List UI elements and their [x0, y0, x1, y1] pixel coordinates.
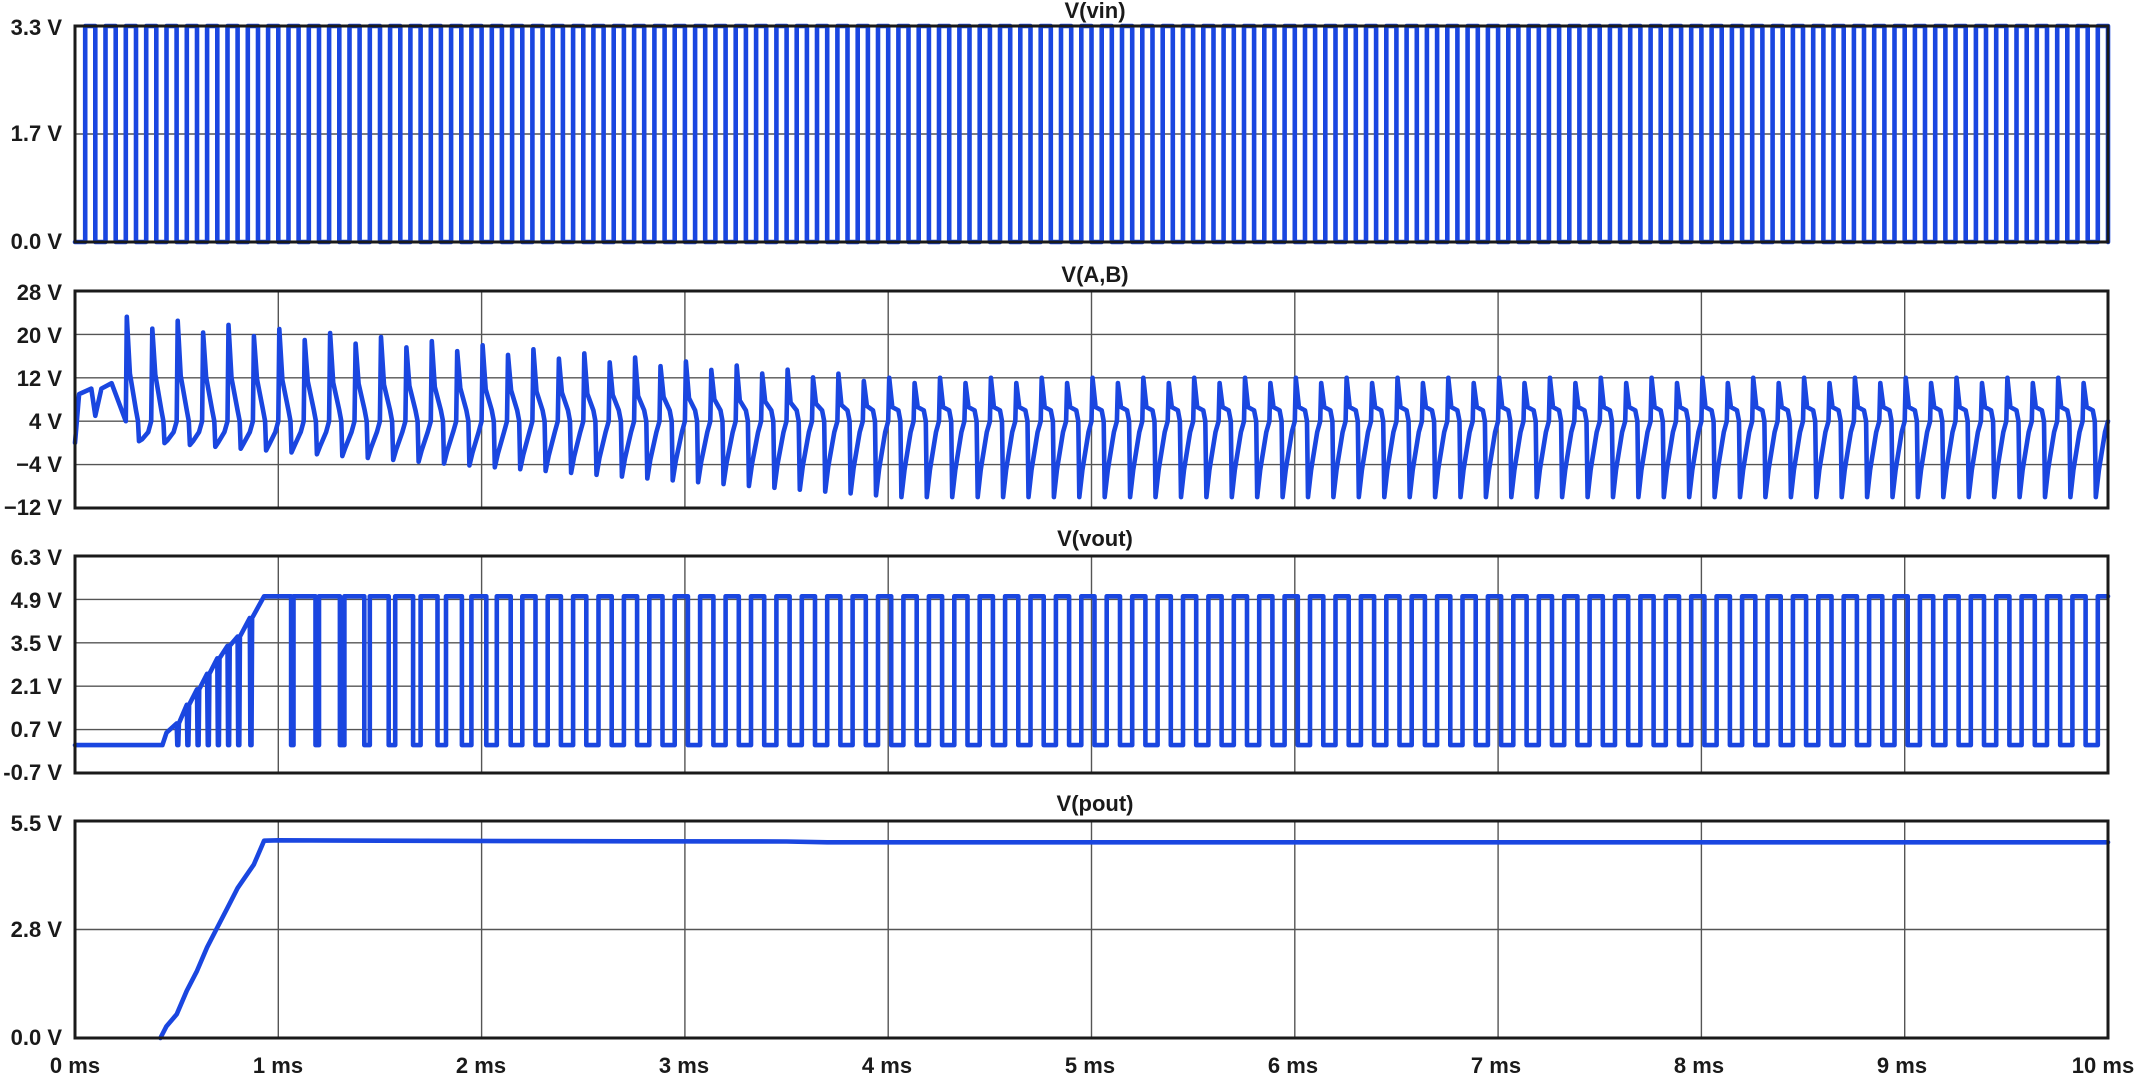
y-tick-vout-3: 2.1 V — [11, 674, 63, 699]
y-tick-ab-0: 28 V — [17, 280, 63, 305]
y-tick-vout-4: 0.7 V — [11, 717, 63, 742]
y-tick-ab-5: −12 V — [4, 495, 62, 520]
x-tick-3: 3 ms — [659, 1053, 709, 1075]
trace-p3 — [158, 838, 2111, 1041]
x-tick-7: 7 ms — [1471, 1053, 1521, 1075]
x-tick-2: 2 ms — [456, 1053, 506, 1075]
panel-vout-title: V(vout) — [1057, 526, 1133, 551]
panel-ab-title: V(A,B) — [1061, 262, 1128, 287]
x-tick-5: 5 ms — [1065, 1053, 1115, 1075]
x-tick-4: 4 ms — [862, 1053, 912, 1075]
x-tick-8: 8 ms — [1674, 1053, 1724, 1075]
y-tick-ab-2: 12 V — [17, 366, 63, 391]
y-tick-ab-1: 20 V — [17, 323, 63, 348]
y-tick-vin-top: 3.3 V — [11, 15, 63, 40]
y-tick-vin-bottom: 0.0 V — [11, 229, 63, 254]
x-tick-6: 6 ms — [1268, 1053, 1318, 1075]
x-tick-1: 1 ms — [253, 1053, 303, 1075]
y-tick-vout-0: 6.3 V — [11, 545, 63, 570]
x-tick-0: 0 ms — [50, 1053, 100, 1075]
y-tick-pout-1: 2.8 V — [11, 917, 63, 942]
x-axis-labels: 0 ms 1 ms 2 ms 3 ms 4 ms 5 ms 6 ms 7 ms … — [50, 1053, 2134, 1075]
panel-vin-title: V(vin) — [1064, 0, 1125, 23]
y-tick-ab-3: 4 V — [29, 409, 62, 434]
x-tick-10: 10 ms — [2072, 1053, 2134, 1075]
y-tick-vout-2: 3.5 V — [11, 631, 63, 656]
oscilloscope-chart: V(vin) 3.3 V 1.7 V 0.0 V V(A,B) 28 V 20 … — [3, 0, 2134, 1075]
y-tick-vout-1: 4.9 V — [11, 588, 63, 613]
x-tick-9: 9 ms — [1877, 1053, 1927, 1075]
trace-p0 — [72, 23, 2111, 245]
panel-ab: V(A,B) 28 V 20 V 12 V 4 V −4 V −12 V — [4, 262, 1129, 520]
y-tick-pout-0: 5.5 V — [11, 811, 63, 836]
y-tick-vin-mid: 1.7 V — [11, 121, 63, 146]
y-tick-ab-4: −4 V — [16, 452, 62, 477]
y-tick-vout-5: -0.7 V — [3, 760, 62, 785]
y-tick-pout-2: 0.0 V — [11, 1025, 63, 1050]
panel-pout-title: V(pout) — [1057, 791, 1134, 816]
